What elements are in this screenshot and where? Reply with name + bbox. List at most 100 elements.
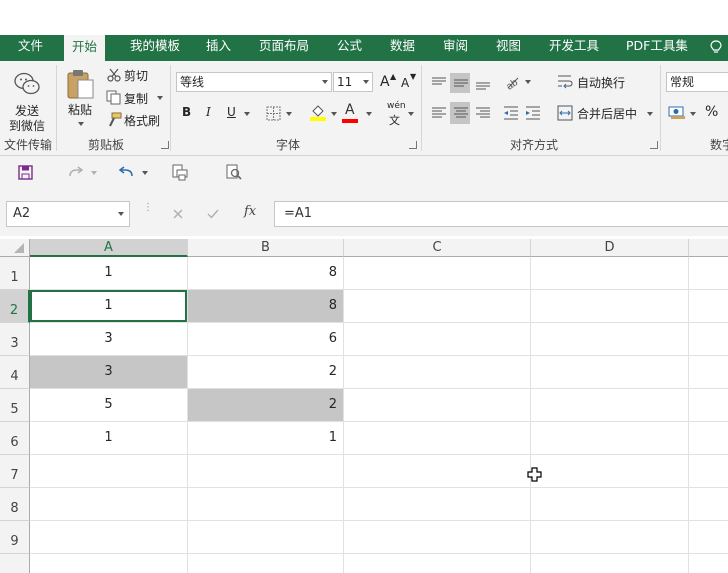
fill-color-icon[interactable] [309, 103, 327, 121]
chevron-down-icon[interactable] [142, 171, 148, 175]
copy-button[interactable]: 复制 [124, 90, 148, 107]
tab-pdf-tools[interactable]: PDF工具集 [626, 35, 688, 61]
tab-view[interactable]: 视图 [496, 35, 521, 61]
cell-b2[interactable]: 8 [188, 290, 344, 323]
cell-b9[interactable] [188, 521, 344, 554]
column-header-d[interactable]: D [531, 239, 689, 257]
merge-center-button[interactable]: 合并后居中 [577, 105, 637, 122]
lightbulb-icon[interactable] [710, 40, 722, 54]
row-header-9[interactable]: 9 [0, 521, 30, 554]
cell-b7[interactable] [188, 455, 344, 488]
row-header-8[interactable]: 8 [0, 488, 30, 521]
accounting-format-icon[interactable] [668, 104, 686, 120]
cancel-icon[interactable] [173, 209, 183, 219]
row-header-7[interactable]: 7 [0, 455, 30, 488]
format-painter-icon[interactable] [106, 112, 122, 128]
cell-a8[interactable] [30, 488, 188, 521]
row-header-5[interactable]: 5 [0, 389, 30, 422]
merge-center-icon[interactable] [557, 105, 573, 121]
horizontal-align-icons[interactable] [430, 106, 492, 120]
chevron-down-icon[interactable] [690, 112, 696, 116]
phonetic-guide-button[interactable]: wén [387, 101, 406, 111]
chevron-down-icon[interactable] [244, 112, 250, 116]
cell-a6[interactable]: 1 [30, 422, 188, 455]
cell-a3[interactable]: 3 [30, 323, 188, 356]
font-size-dropdown[interactable]: 11 [333, 72, 373, 92]
dialog-launcher-icon[interactable] [161, 141, 169, 149]
underline-button[interactable]: U [227, 105, 236, 119]
undo-icon[interactable] [118, 166, 134, 178]
wrap-text-button[interactable]: 自动换行 [577, 74, 625, 91]
grow-font-button[interactable]: A [380, 74, 390, 90]
cell-b10[interactable] [188, 554, 344, 573]
indent-icons[interactable] [503, 105, 543, 121]
orientation-icon[interactable]: ab [504, 74, 520, 90]
row-header-2[interactable]: 2 [0, 290, 30, 323]
row-header-4[interactable]: 4 [0, 356, 30, 389]
cell-b1[interactable]: 8 [188, 257, 344, 290]
dialog-launcher-icon[interactable] [650, 141, 658, 149]
column-header-b[interactable]: B [188, 239, 344, 257]
font-color-button[interactable]: A [345, 102, 355, 118]
redo-icon[interactable] [68, 166, 84, 178]
tab-home[interactable]: 开始 [64, 35, 106, 61]
row-header-3[interactable]: 3 [0, 323, 30, 356]
font-name-dropdown[interactable]: 等线 [176, 72, 332, 92]
enter-check-icon[interactable] [207, 209, 219, 219]
magnifier-icon[interactable] [226, 164, 243, 181]
select-all-corner[interactable] [0, 239, 30, 257]
column-d-cells[interactable] [531, 257, 689, 573]
italic-button[interactable]: I [206, 105, 211, 119]
paste-button[interactable]: 粘贴 [63, 65, 99, 133]
column-header-e[interactable] [689, 239, 728, 257]
formula-input[interactable]: =A1 [274, 201, 728, 227]
row-header-6[interactable]: 6 [0, 422, 30, 455]
column-c-cells[interactable] [344, 257, 531, 573]
column-header-a[interactable]: A [30, 239, 188, 257]
shrink-font-button[interactable]: A [401, 76, 409, 90]
percent-button[interactable]: % [705, 104, 718, 120]
cell-a4[interactable]: 3 [30, 356, 188, 389]
vertical-align-icons[interactable] [430, 76, 490, 90]
save-icon[interactable] [18, 165, 33, 180]
chevron-down-icon[interactable] [157, 96, 163, 100]
cut-button[interactable]: 剪切 [124, 67, 148, 84]
chevron-down-icon[interactable] [525, 80, 531, 84]
cell-b3[interactable]: 6 [188, 323, 344, 356]
cell-a9[interactable] [30, 521, 188, 554]
tab-data[interactable]: 数据 [390, 35, 415, 61]
name-box[interactable]: A2 [6, 201, 130, 227]
tab-developer[interactable]: 开发工具 [549, 35, 599, 61]
format-painter-button[interactable]: 格式刷 [124, 112, 160, 129]
chevron-down-icon[interactable] [408, 112, 414, 116]
cell-b5[interactable]: 2 [188, 389, 344, 422]
cell-b4[interactable]: 2 [188, 356, 344, 389]
chevron-down-icon[interactable] [647, 112, 653, 116]
wrap-text-icon[interactable] [557, 73, 573, 89]
tab-review[interactable]: 审阅 [443, 35, 468, 61]
column-header-c[interactable]: C [344, 239, 531, 257]
row-header-10[interactable] [0, 554, 30, 573]
cell-a7[interactable] [30, 455, 188, 488]
bold-button[interactable]: B [182, 105, 191, 119]
insert-function-button[interactable]: fx [244, 204, 256, 219]
cell-a5[interactable]: 5 [30, 389, 188, 422]
cell-a10[interactable] [30, 554, 188, 573]
chevron-down-icon[interactable] [286, 112, 292, 116]
tab-file[interactable]: 文件 [18, 35, 43, 61]
chevron-down-icon[interactable] [91, 171, 97, 175]
cell-b8[interactable] [188, 488, 344, 521]
row-header-1[interactable]: 1 [0, 257, 30, 290]
tab-my-templates[interactable]: 我的模板 [130, 35, 180, 61]
column-e-cells[interactable] [689, 257, 728, 573]
tab-formulas[interactable]: 公式 [337, 35, 362, 61]
scissors-icon[interactable] [107, 68, 121, 82]
send-to-wechat-button[interactable]: 发送 到微信 [6, 67, 46, 133]
dialog-launcher-icon[interactable] [409, 141, 417, 149]
tab-insert[interactable]: 插入 [206, 35, 231, 61]
tab-page-layout[interactable]: 页面布局 [259, 35, 309, 61]
cell-b6[interactable]: 1 [188, 422, 344, 455]
chevron-down-icon[interactable] [331, 112, 337, 116]
borders-icon[interactable] [266, 106, 281, 121]
number-format-dropdown[interactable]: 常规 [666, 72, 728, 92]
